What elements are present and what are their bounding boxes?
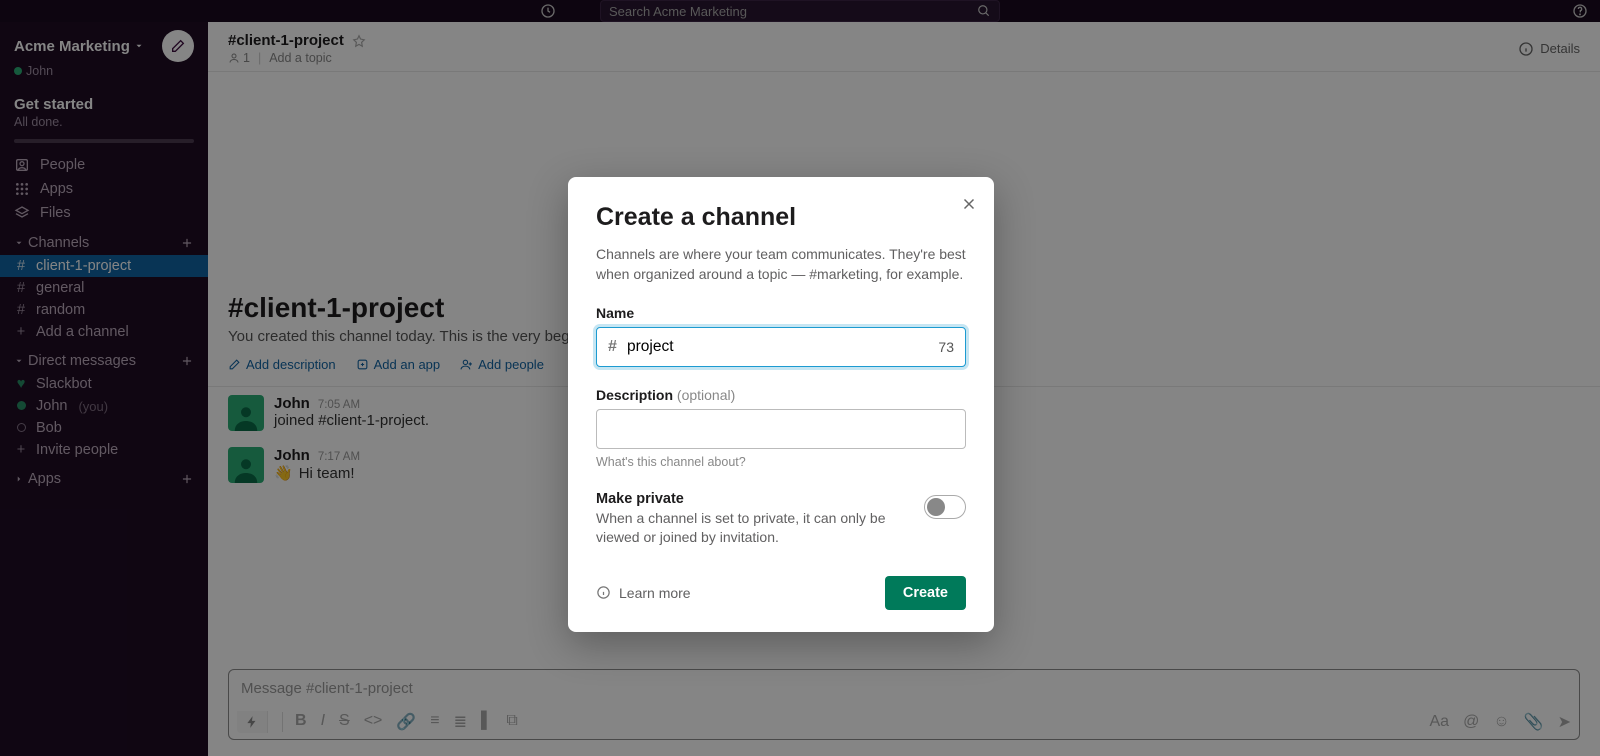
char-remaining: 73: [938, 339, 954, 355]
learn-more-link[interactable]: Learn more: [596, 585, 691, 601]
info-icon: [596, 585, 611, 600]
create-button[interactable]: Create: [885, 576, 966, 610]
make-private-title: Make private: [596, 491, 904, 507]
make-private-desc: When a channel is set to private, it can…: [596, 509, 904, 548]
modal-title: Create a channel: [596, 203, 966, 232]
close-icon: [960, 195, 978, 213]
channel-name-input[interactable]: [596, 327, 966, 367]
make-private-toggle[interactable]: [924, 495, 966, 519]
modal-subtitle: Channels are where your team communicate…: [596, 244, 966, 285]
close-button[interactable]: [960, 195, 978, 213]
description-hint: What's this channel about?: [596, 455, 966, 469]
description-label: Description (optional): [596, 387, 966, 403]
name-label: Name: [596, 305, 966, 321]
channel-description-input[interactable]: [596, 409, 966, 449]
create-channel-modal: Create a channel Channels are where your…: [568, 177, 994, 632]
hash-icon: #: [608, 338, 617, 356]
